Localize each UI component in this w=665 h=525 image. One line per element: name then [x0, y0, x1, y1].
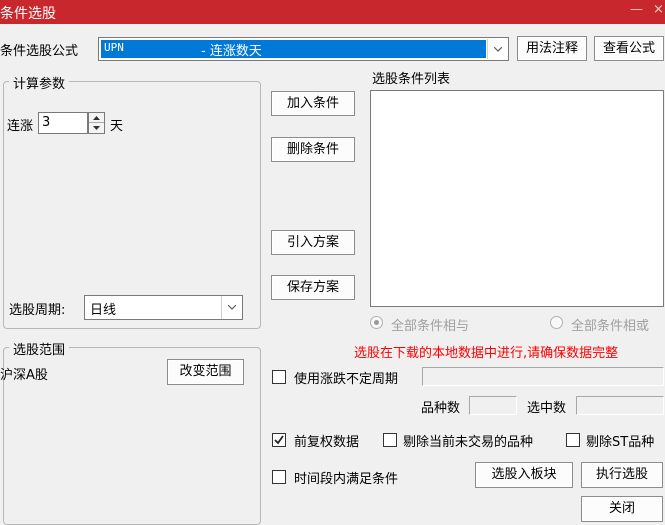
formula-code: UPN — [104, 41, 124, 54]
time-range-label: 时间段内满足条件 — [294, 472, 399, 487]
condition-list[interactable] — [370, 90, 664, 307]
formula-combo[interactable]: UPN - 连涨数天 — [98, 37, 509, 61]
view-formula-button[interactable]: 查看公式 — [594, 36, 664, 61]
selected-count-field — [576, 396, 664, 415]
variable-period-field[interactable] — [422, 367, 664, 386]
time-range-checkbox[interactable] — [272, 470, 286, 484]
formula-selection: UPN - 连涨数天 — [101, 40, 486, 59]
exclude-st-label: 剔除ST品种 — [586, 435, 655, 450]
formula-dropdown-button[interactable] — [487, 39, 507, 59]
and-conditions-radio[interactable] — [370, 316, 383, 329]
chevron-down-icon — [494, 47, 502, 52]
spin-down-button[interactable] — [89, 123, 104, 133]
scope-group-title: 选股范围 — [9, 339, 70, 358]
exclude-untraded-label: 剔除当前未交易的品种 — [403, 435, 534, 450]
scope-value: 沪深A股 — [0, 368, 48, 383]
use-variable-period-label: 使用涨跌不定周期 — [294, 372, 399, 387]
use-variable-period-checkbox[interactable] — [272, 370, 286, 384]
params-group-title: 计算参数 — [9, 73, 70, 92]
and-conditions-label: 全部条件相与 — [391, 319, 470, 334]
close-button[interactable]: 关闭 — [581, 496, 663, 522]
rise-days-spinner[interactable] — [88, 112, 105, 134]
rise-unit: 天 — [110, 119, 124, 134]
selected-count-label: 选中数 — [527, 401, 567, 416]
triangle-up-icon — [93, 116, 100, 120]
rise-label: 连涨 — [7, 119, 34, 134]
period-label: 选股周期: — [9, 303, 66, 318]
chevron-down-icon — [228, 305, 236, 310]
exclude-st-checkbox[interactable] — [566, 433, 580, 447]
rise-days-input[interactable]: 3 — [38, 112, 88, 134]
change-scope-button[interactable]: 改变范围 — [167, 359, 244, 385]
import-plan-button[interactable]: 引入方案 — [271, 230, 355, 255]
window-title: 条件选股 — [0, 6, 56, 22]
triangle-down-icon — [93, 126, 100, 130]
condition-list-title: 选股条件列表 — [372, 72, 451, 87]
add-condition-button[interactable]: 加入条件 — [271, 91, 355, 116]
title-bar: 条件选股 — × — [0, 0, 665, 24]
save-plan-button[interactable]: 保存方案 — [271, 275, 355, 300]
usage-notes-button[interactable]: 用法注释 — [517, 36, 587, 61]
varieties-count-field — [469, 396, 517, 415]
or-conditions-label: 全部条件相或 — [571, 319, 650, 334]
spin-up-button[interactable] — [89, 113, 104, 123]
formula-label: 条件选股公式 — [0, 44, 79, 59]
period-dropdown-button[interactable] — [221, 296, 242, 319]
minimize-button[interactable]: — — [630, 2, 643, 17]
delete-condition-button[interactable]: 删除条件 — [271, 137, 355, 162]
varieties-count-label: 品种数 — [421, 401, 461, 416]
period-select[interactable]: 日线 — [84, 295, 243, 320]
execute-selection-button[interactable]: 执行选股 — [581, 462, 663, 488]
or-conditions-radio[interactable] — [550, 316, 563, 329]
add-to-block-button[interactable]: 选股入板块 — [475, 462, 573, 488]
data-warning-text: 选股在下载的本地数据中进行,请确保数据完整 — [354, 346, 619, 361]
radio-selected-dot — [374, 320, 379, 325]
exclude-untraded-checkbox[interactable] — [383, 433, 397, 447]
check-icon — [274, 435, 284, 445]
close-window-button[interactable]: × — [653, 2, 664, 17]
forward-adjusted-checkbox[interactable] — [272, 433, 286, 447]
forward-adjusted-label: 前复权数据 — [294, 435, 360, 450]
rise-days-value: 3 — [42, 115, 51, 130]
formula-description: - 连涨数天 — [201, 44, 262, 59]
period-value: 日线 — [90, 303, 117, 318]
